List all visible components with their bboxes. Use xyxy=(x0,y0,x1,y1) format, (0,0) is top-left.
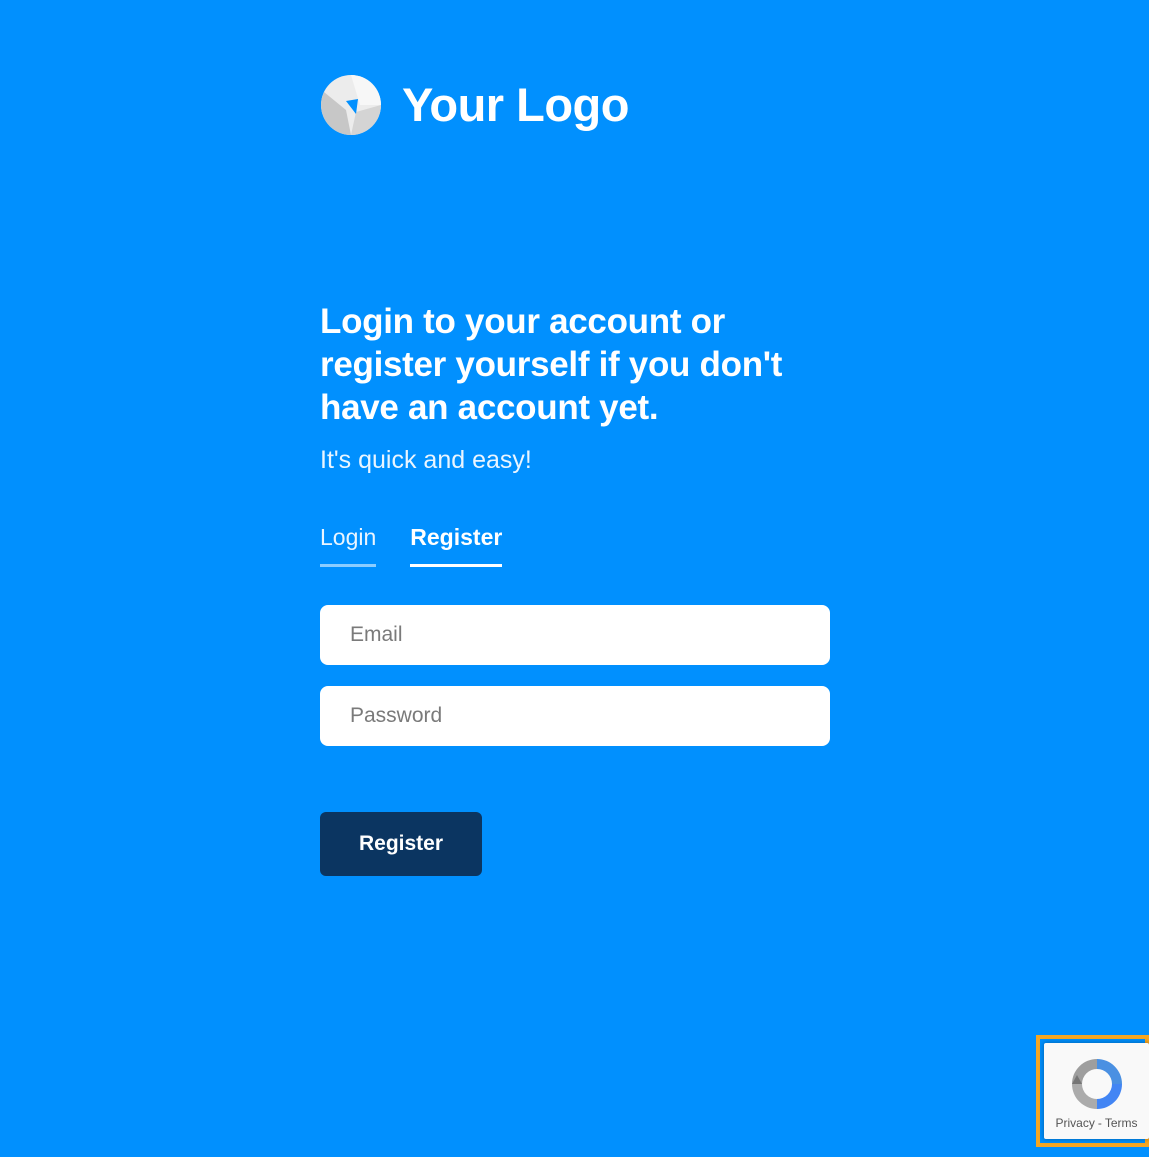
auth-tabs: Login Register xyxy=(320,522,503,567)
recaptcha-badge[interactable]: Privacy - Terms xyxy=(1044,1043,1149,1139)
logo-icon xyxy=(321,75,381,135)
recaptcha-separator: - xyxy=(1097,1116,1102,1130)
password-field[interactable] xyxy=(320,686,830,746)
logo-text: Your Logo xyxy=(402,78,629,131)
tab-register[interactable]: Register xyxy=(410,522,503,567)
recaptcha-privacy-link[interactable]: Privacy xyxy=(1055,1116,1094,1130)
recaptcha-terms-link[interactable]: Terms xyxy=(1105,1116,1138,1130)
page-headline: Login to your account or register yourse… xyxy=(320,302,783,427)
register-button[interactable]: Register xyxy=(320,812,482,876)
recaptcha-icon xyxy=(1072,1059,1122,1109)
brand-logo[interactable]: Your Logo xyxy=(320,74,629,136)
page-subline: It's quick and easy! xyxy=(320,446,532,474)
tab-login[interactable]: Login xyxy=(320,522,377,567)
recaptcha-links: Privacy - Terms xyxy=(1044,1116,1149,1130)
email-field[interactable] xyxy=(320,605,830,665)
